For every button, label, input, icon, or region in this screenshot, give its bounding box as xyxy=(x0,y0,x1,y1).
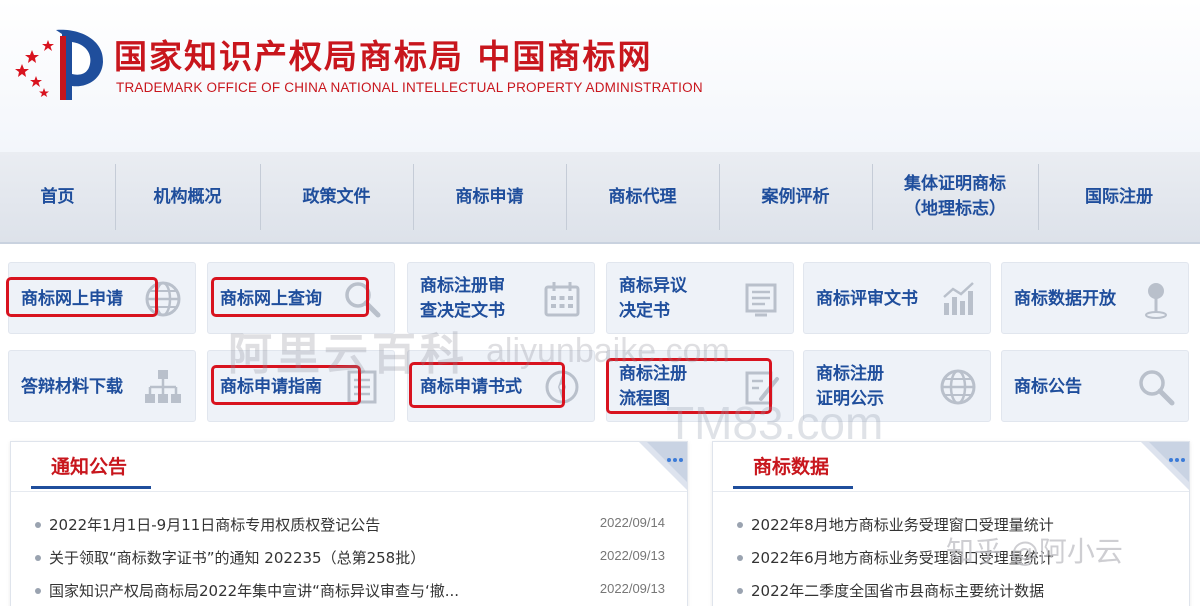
more-icon[interactable] xyxy=(1141,442,1189,490)
list-item-text: 2022年8月地方商标业务受理窗口受理量统计 xyxy=(751,516,1054,534)
quick-link-tile[interactable]: 商标数据开放 xyxy=(1001,262,1189,334)
quick-link-tile[interactable]: 商标注册 流程图 xyxy=(606,350,794,422)
panel-underline xyxy=(733,486,853,489)
quick-link-tile[interactable]: 商标异议 决定书 xyxy=(606,262,794,334)
list-item-date: 2022/09/13 xyxy=(599,581,665,596)
data-panel-header: 商标数据 xyxy=(713,442,1189,492)
list-item-date: 2022/09/13 xyxy=(599,548,665,563)
quick-link-tile[interactable]: 商标网上查询 xyxy=(207,262,395,334)
notice-panel-header: 通知公告 xyxy=(11,442,687,492)
hierarchy-icon xyxy=(145,370,181,403)
quick-link-tile[interactable]: 商标申请书式 xyxy=(407,350,595,422)
notice-panel: 通知公告 2022年1月1日-9月11日商标专用权质权登记公告 2022/09/1… xyxy=(10,441,688,606)
quick-link-tile[interactable]: 商标网上申请 xyxy=(8,262,196,334)
quick-link-tile[interactable]: 商标评审文书 xyxy=(803,262,991,334)
quick-link-label: 商标异议 决定书 xyxy=(619,276,687,321)
list-item[interactable]: 2022年二季度全国省市县商标主要统计数据 xyxy=(735,580,1167,606)
list-item-date: 2022/09/14 xyxy=(599,515,665,530)
nav-item[interactable]: 商标申请 xyxy=(413,152,566,242)
site-header: 国家知识产权局商标局 中国商标网 TRADEMARK OFFICE OF CHI… xyxy=(0,0,1200,152)
quick-link-tile[interactable]: 答辩材料下载 xyxy=(8,350,196,422)
list-item[interactable]: 关于领取“商标数字证书”的通知 202235（总第258批） 2022/09/13 xyxy=(33,547,665,580)
chart-icon xyxy=(943,282,974,315)
globe-icon xyxy=(145,281,181,317)
document-icon xyxy=(745,283,777,317)
nav-item[interactable]: 机构概况 xyxy=(115,152,260,242)
quick-link-label: 商标注册审 查决定文书 xyxy=(420,276,505,321)
list-item-text: 2022年6月地方商标业务受理窗口受理量统计 xyxy=(751,549,1054,567)
notice-panel-title[interactable]: 通知公告 xyxy=(51,452,127,479)
quick-link-tile[interactable]: 商标公告 xyxy=(1001,350,1189,422)
data-list: 2022年8月地方商标业务受理窗口受理量统计 2022年6月地方商标业务受理窗口受… xyxy=(735,514,1167,606)
site-title-cn: 国家知识产权局商标局 中国商标网 xyxy=(114,37,653,76)
quick-link-tile[interactable]: 商标注册 证明公示 xyxy=(803,350,991,422)
more-icon[interactable] xyxy=(639,442,687,490)
site-title-en: TRADEMARK OFFICE OF CHINA NATIONAL INTEL… xyxy=(116,80,703,95)
calendar-icon xyxy=(544,282,580,317)
globe-icon xyxy=(940,369,976,405)
cnipa-logo-icon[interactable] xyxy=(8,24,108,104)
edit-icon xyxy=(745,371,779,405)
list-item[interactable]: 2022年6月地方商标业务受理窗口受理量统计 xyxy=(735,547,1167,580)
list-item-text: 国家知识产权局商标局2022年集中宣讲“商标异议审查与‘撤... xyxy=(49,582,460,600)
compass-icon xyxy=(545,370,579,404)
search-icon xyxy=(345,282,381,318)
nav-item[interactable]: 国际注册 xyxy=(1038,152,1200,242)
quick-link-tile[interactable]: 商标申请指南 xyxy=(207,350,395,422)
quick-link-label: 商标数据开放 xyxy=(1014,288,1116,309)
nav-item[interactable]: 案例评析 xyxy=(719,152,872,242)
list-item-text: 2022年1月1日-9月11日商标专用权质权登记公告 xyxy=(49,516,381,534)
nav-item[interactable]: 首页 xyxy=(0,152,115,242)
quick-link-label: 商标注册 证明公示 xyxy=(816,364,884,409)
list-item-text: 关于领取“商标数字证书”的通知 202235（总第258批） xyxy=(49,549,426,567)
quick-link-label: 商标网上查询 xyxy=(220,288,322,309)
quick-link-tile[interactable]: 商标注册审 查决定文书 xyxy=(407,262,595,334)
quick-link-label: 商标公告 xyxy=(1014,376,1082,397)
quick-link-label: 商标注册 流程图 xyxy=(619,364,687,409)
search-icon xyxy=(1139,370,1175,406)
quick-link-label: 答辩材料下载 xyxy=(21,376,123,397)
quick-link-label: 商标网上申请 xyxy=(21,288,123,309)
list-item[interactable]: 国家知识产权局商标局2022年集中宣讲“商标异议审查与‘撤... 2022/09/… xyxy=(33,580,665,606)
list-item[interactable]: 2022年1月1日-9月11日商标专用权质权登记公告 2022/09/14 xyxy=(33,514,665,547)
trademark-data-panel: 商标数据 2022年8月地方商标业务受理窗口受理量统计 2022年6月地方商标业务… xyxy=(712,441,1190,606)
data-panel-title[interactable]: 商标数据 xyxy=(753,452,829,479)
list-item[interactable]: 2022年8月地方商标业务受理窗口受理量统计 xyxy=(735,514,1167,547)
quick-link-label: 商标申请指南 xyxy=(220,376,322,397)
quick-link-label: 商标评审文书 xyxy=(816,288,918,309)
quick-link-label: 商标申请书式 xyxy=(420,376,522,397)
list-icon xyxy=(347,370,377,404)
nav-item[interactable]: 政策文件 xyxy=(260,152,413,242)
pin-icon xyxy=(1145,283,1167,319)
nav-item[interactable]: 集体证明商标 （地理标志） xyxy=(872,152,1038,242)
list-item-text: 2022年二季度全国省市县商标主要统计数据 xyxy=(751,582,1045,600)
panel-underline xyxy=(31,486,151,489)
main-nav: 首页 机构概况 政策文件 商标申请 商标代理 案例评析 集体证明商标 （地理标志） 国际注册 xyxy=(0,152,1200,244)
nav-item[interactable]: 商标代理 xyxy=(566,152,719,242)
notice-list: 2022年1月1日-9月11日商标专用权质权登记公告 2022/09/14 关于领取… xyxy=(33,514,665,606)
